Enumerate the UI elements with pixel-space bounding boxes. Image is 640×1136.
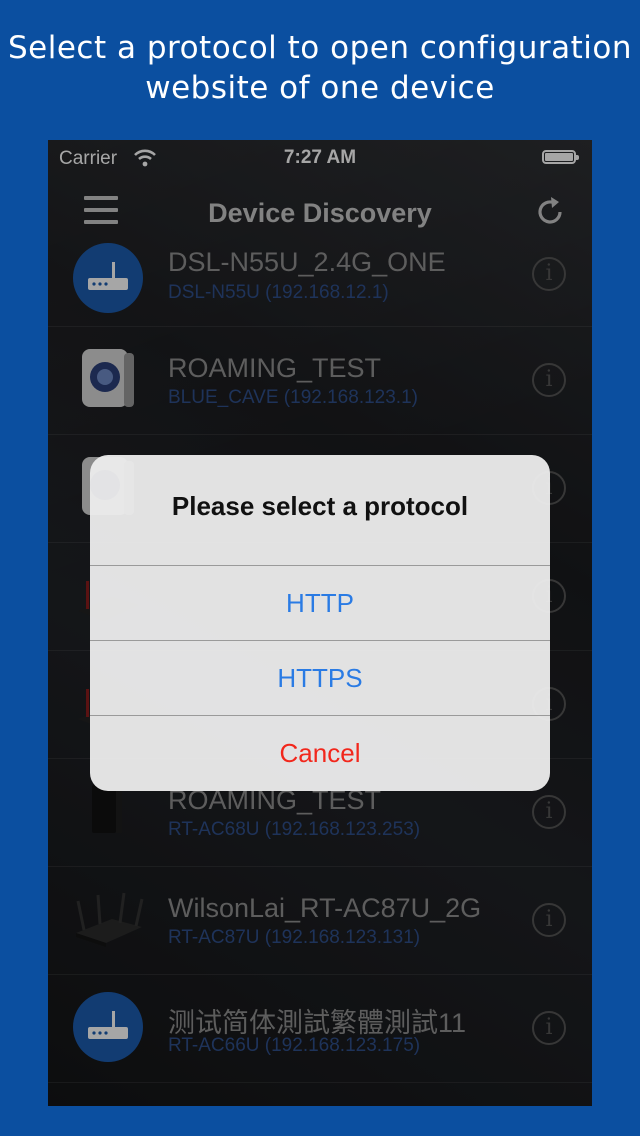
caption-line-2: website of one device bbox=[145, 70, 495, 106]
protocol-alert: Please select a protocol HTTP HTTPS Canc… bbox=[90, 455, 550, 791]
cancel-button[interactable]: Cancel bbox=[90, 715, 550, 791]
promo-caption: Select a protocol to open configuration … bbox=[0, 28, 640, 108]
http-button[interactable]: HTTP bbox=[90, 565, 550, 641]
alert-title: Please select a protocol bbox=[171, 491, 469, 521]
https-button[interactable]: HTTPS bbox=[90, 640, 550, 716]
caption-line-1: Select a protocol to open configuration bbox=[8, 30, 632, 66]
